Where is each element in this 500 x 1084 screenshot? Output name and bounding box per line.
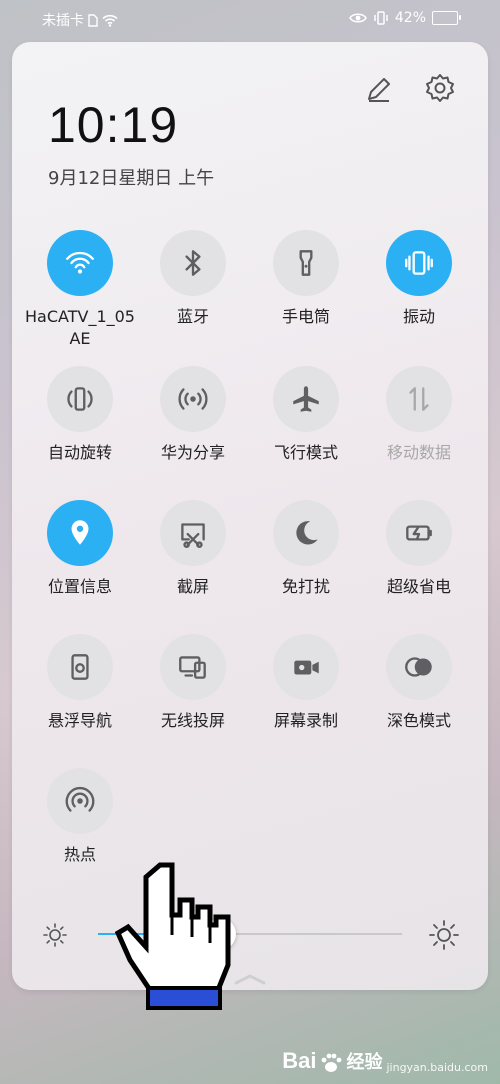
- hand-cursor-icon: [114, 862, 231, 1010]
- pencil-icon: [368, 78, 390, 102]
- dark-mode-icon: [405, 657, 432, 677]
- tile-hotspot[interactable]: 热点: [24, 768, 136, 866]
- tile-label-dnd: 免打扰: [281, 577, 330, 596]
- float-nav-icon: [71, 654, 89, 680]
- power-saver-toggle-button[interactable]: [386, 500, 452, 566]
- quick-settings-panel: 10:19 9月12日星期日 上午 HaCATV_1_05AE 蓝牙 手电筒 振动自动…: [12, 42, 488, 990]
- tile-wifi[interactable]: HaCATV_1_05AE: [24, 230, 136, 350]
- eye-comfort-icon: [348, 12, 367, 24]
- tile-label-wireless-projection: 无线投屏: [160, 711, 225, 730]
- tile-location[interactable]: 位置信息: [24, 500, 136, 598]
- watermark-brand: Bai: [282, 1048, 317, 1073]
- brightness-slider[interactable]: [12, 914, 488, 954]
- tile-label-float-nav: 悬浮导航: [47, 711, 112, 730]
- bluetooth-icon: [185, 250, 201, 276]
- location-toggle-button[interactable]: [47, 500, 113, 566]
- tile-screenshot[interactable]: 截屏: [137, 500, 249, 598]
- location-icon: [71, 520, 89, 545]
- tile-huawei-share[interactable]: 华为分享: [137, 366, 249, 464]
- tile-bluetooth[interactable]: 蓝牙: [137, 230, 249, 328]
- wifi-status-icon: [102, 14, 118, 27]
- tile-power-saver[interactable]: 超级省电: [363, 500, 475, 598]
- moon-icon: [296, 521, 318, 545]
- settings-button[interactable]: [422, 70, 458, 106]
- watermark-sub: jingyan.baidu.com: [386, 1061, 488, 1074]
- battery-percent-text: 42%: [394, 10, 426, 26]
- tile-label-airplane: 飞行模式: [273, 443, 338, 462]
- flashlight-icon: [299, 250, 313, 276]
- tile-label-flashlight: 手电筒: [281, 307, 330, 326]
- tile-label-mobile-data: 移动数据: [386, 443, 451, 462]
- tile-label-bluetooth: 蓝牙: [176, 307, 209, 326]
- airplane-icon: [293, 386, 319, 412]
- huawei-share-toggle-button[interactable]: [160, 366, 226, 432]
- dnd-toggle-button[interactable]: [273, 500, 339, 566]
- tile-label-wifi: HaCATV_1_05AE: [25, 307, 135, 348]
- tile-label-location: 位置信息: [47, 577, 112, 596]
- status-left: 未插卡: [42, 10, 118, 30]
- tile-float-nav[interactable]: 悬浮导航: [24, 634, 136, 732]
- battery-icon: [432, 11, 461, 25]
- tile-dnd[interactable]: 免打扰: [250, 500, 362, 598]
- sim-icon: [88, 13, 98, 27]
- tile-airplane[interactable]: 飞行模式: [250, 366, 362, 464]
- float-nav-toggle-button[interactable]: [47, 634, 113, 700]
- tile-label-auto-rotate: 自动旋转: [47, 443, 112, 462]
- tile-vibrate[interactable]: 振动: [363, 230, 475, 328]
- carrier-text: 未插卡: [42, 13, 84, 29]
- mobile-data-toggle-button[interactable]: [386, 366, 452, 432]
- vibrate-icon: [405, 251, 433, 275]
- gear-icon: [426, 74, 454, 102]
- clock-date: 9月12日星期日 上午: [48, 168, 215, 189]
- projection-icon: [179, 656, 206, 679]
- screenshot-toggle-button[interactable]: [160, 500, 226, 566]
- hotspot-toggle-button[interactable]: [47, 768, 113, 834]
- battery-saver-icon: [406, 525, 432, 541]
- screen-record-icon: [294, 660, 319, 675]
- tile-label-dark-mode: 深色模式: [386, 711, 451, 730]
- vibrate-status-icon: [373, 11, 389, 25]
- tile-auto-rotate[interactable]: 自动旋转: [24, 366, 136, 464]
- status-right: 42%: [348, 10, 461, 26]
- airplane-toggle-button[interactable]: [273, 366, 339, 432]
- bluetooth-toggle-button[interactable]: [160, 230, 226, 296]
- tile-mobile-data[interactable]: 移动数据: [363, 366, 475, 464]
- tile-screen-record[interactable]: 屏幕录制: [250, 634, 362, 732]
- screenshot-icon: [181, 523, 205, 548]
- mobile-data-icon: [409, 387, 429, 411]
- flashlight-toggle-button[interactable]: [273, 230, 339, 296]
- tile-label-power-saver: 超级省电: [386, 577, 451, 596]
- brightness-low-icon: [43, 923, 67, 947]
- watermark: Bai 经验 jingyan.baidu.com: [282, 1048, 488, 1074]
- watermark-brand2: 经验: [346, 1052, 383, 1072]
- auto-rotate-icon: [67, 387, 93, 411]
- screen-record-toggle-button[interactable]: [273, 634, 339, 700]
- dark-mode-toggle-button[interactable]: [386, 634, 452, 700]
- edit-button[interactable]: [362, 72, 396, 106]
- auto-rotate-toggle-button[interactable]: [47, 366, 113, 432]
- tile-wireless-projection[interactable]: 无线投屏: [137, 634, 249, 732]
- tile-flashlight[interactable]: 手电筒: [250, 230, 362, 328]
- brightness-high-icon: [429, 920, 459, 950]
- huawei-share-icon: [178, 388, 208, 410]
- clock-time: 10:19: [48, 97, 179, 153]
- vibrate-toggle-button[interactable]: [386, 230, 452, 296]
- wifi-toggle-button[interactable]: [47, 230, 113, 296]
- hotspot-icon: [65, 786, 95, 812]
- wireless-projection-toggle-button[interactable]: [160, 634, 226, 700]
- tile-label-screen-record: 屏幕录制: [273, 711, 338, 730]
- tile-label-vibrate: 振动: [402, 307, 435, 326]
- tile-label-huawei-share: 华为分享: [160, 443, 225, 462]
- wifi-icon: [66, 251, 94, 274]
- status-bar: 未插卡 42%: [0, 0, 500, 38]
- paw-logo-icon: [322, 1053, 342, 1072]
- tile-label-screenshot: 截屏: [176, 577, 209, 596]
- tile-dark-mode[interactable]: 深色模式: [363, 634, 475, 732]
